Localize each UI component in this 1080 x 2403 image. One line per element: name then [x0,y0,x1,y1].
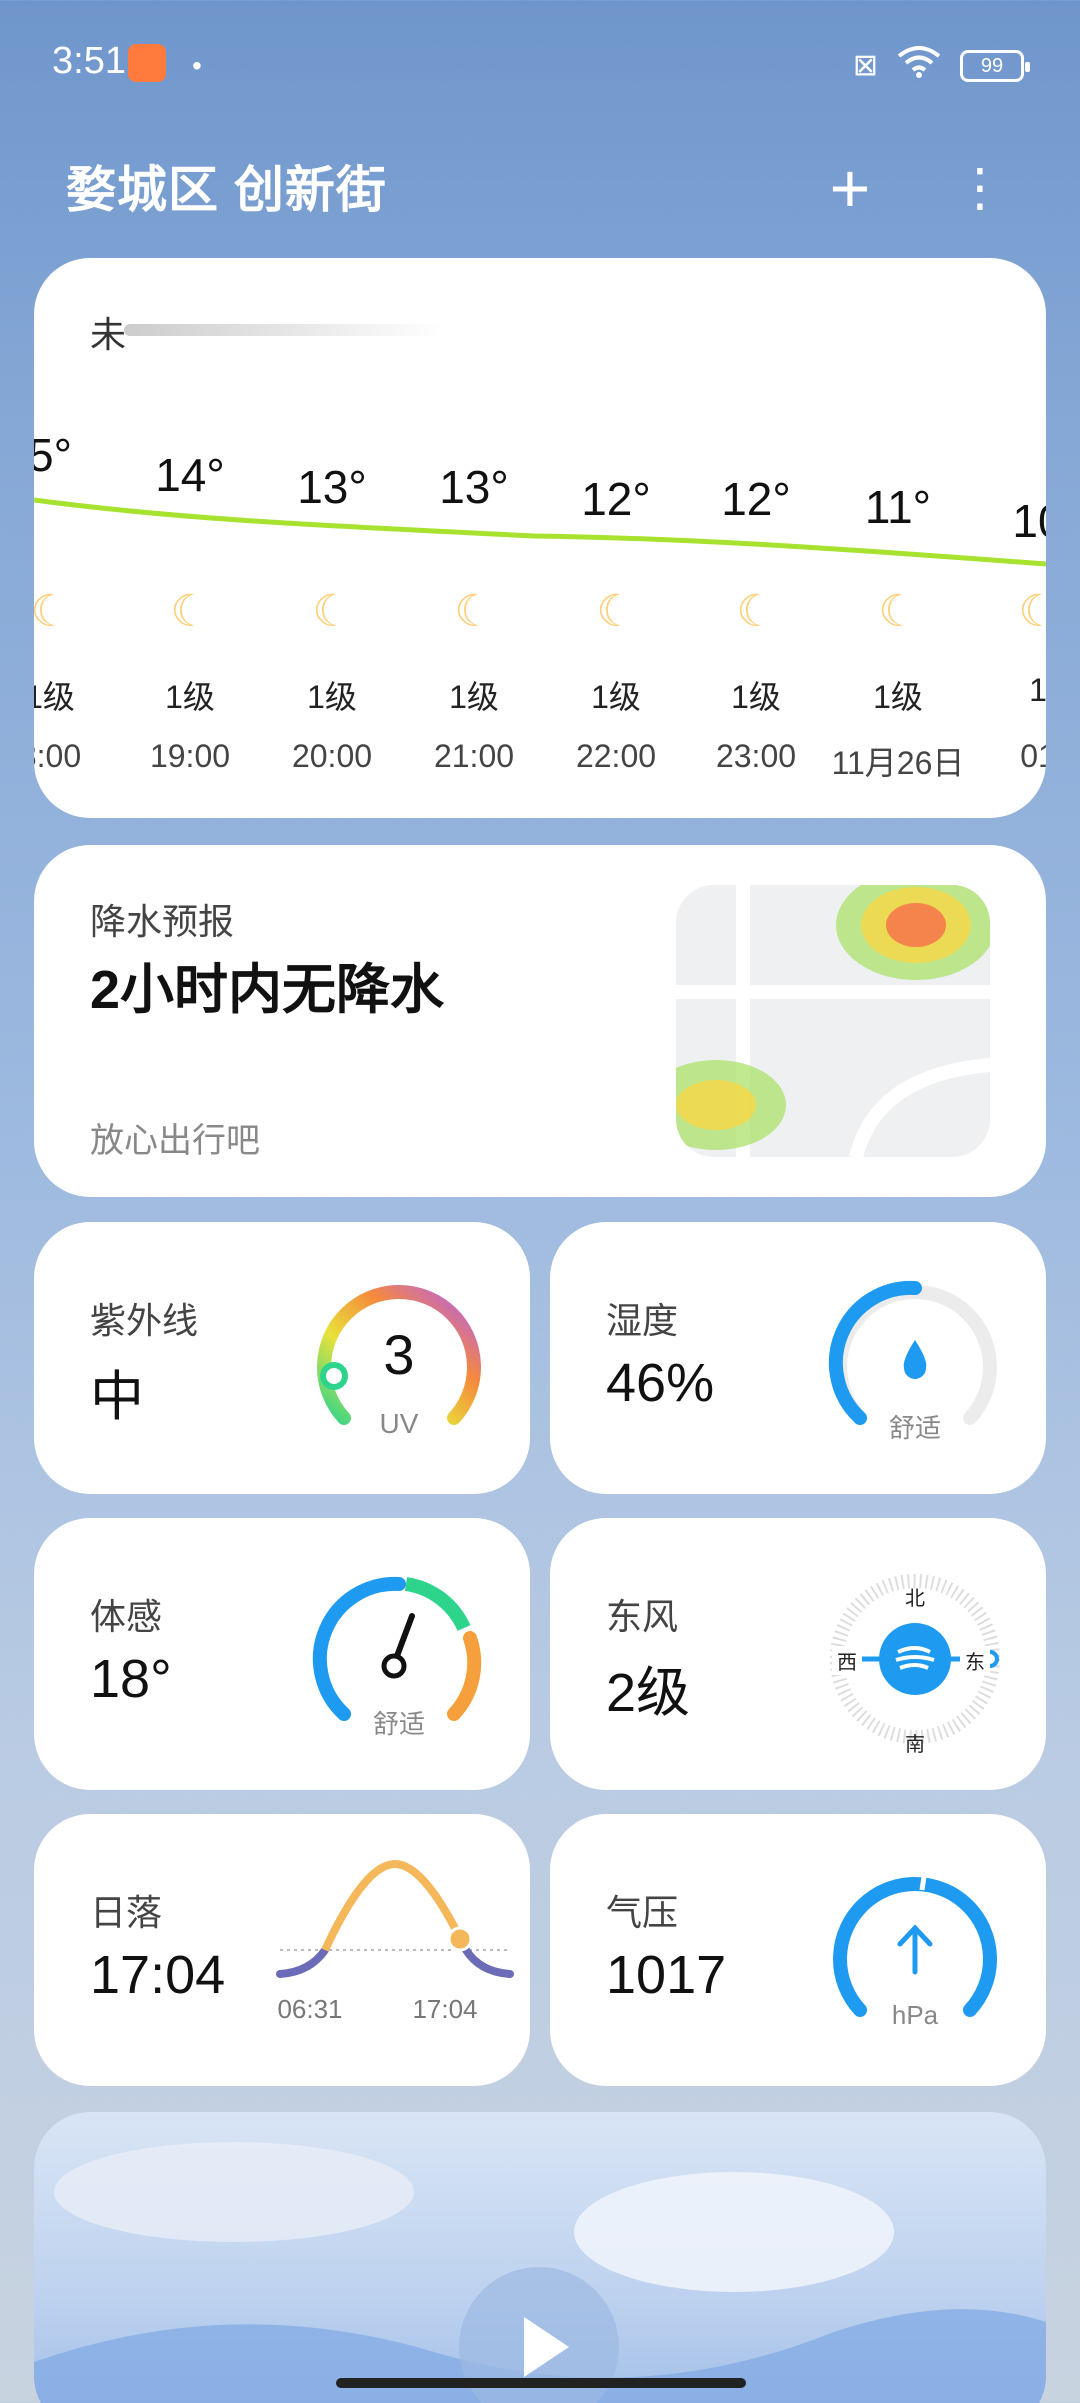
hourly-temp: 12° [581,473,651,525]
hourly-item: 5° ☾ 1级 8:00 [34,258,120,818]
home-indicator[interactable] [336,2378,746,2388]
hourly-temp: 13° [439,461,509,513]
hourly-time: 20:00 [291,738,373,774]
sunset-time: 17:04 [90,1945,226,2005]
precipitation-map[interactable] [676,885,990,1157]
uv-title: 紫外线 [90,1300,199,1341]
hourly-wind: 1 [1029,672,1046,708]
hourly-temp: 12° [721,473,791,525]
sunset-card[interactable]: 日落 17:04 06:31 17:04 [34,1814,530,2086]
hourly-time: 01 [1020,738,1046,774]
status-bar: 3:51 • ⊠ 99 [0,0,1080,130]
app-notification-icon [128,44,166,82]
header: 婺城区 创新街 + ⋮ [0,140,1080,240]
notification-dot: • [192,50,202,81]
hourly-wind: 1级 [34,679,75,715]
humidity-card[interactable]: 湿度 46% 舒适 [550,1222,1046,1494]
hourly-item: 13° ☾ 1级 21:00 [404,258,544,818]
humidity-value: 46% [606,1353,715,1413]
compass-west: 西 [832,1646,862,1675]
wifi-icon [896,44,942,88]
precipitation-tip: 放心出行吧 [90,1122,260,1160]
hourly-time: 22:00 [575,738,657,774]
precipitation-title: 降水预报 [90,901,235,942]
moon-icon: ☾ [1018,587,1046,636]
hourly-wind: 1级 [449,679,499,715]
hourly-wind: 1级 [591,679,641,715]
hourly-time: 19:00 [149,738,231,774]
hourly-item: 11° ☾ 1级 11月26日 [828,258,968,818]
water-drop-icon [903,1340,927,1379]
sunrise-time: 06:31 [277,1994,343,2024]
uv-index: 3 [383,1323,415,1386]
moon-icon: ☾ [170,587,210,636]
uv-card[interactable]: 紫外线 中 3 UV [34,1222,530,1494]
hourly-item: 14° ☾ 1级 19:00 [120,258,260,818]
location-title[interactable]: 婺城区 创新街 [66,150,387,222]
sunset-label-time: 17:04 [412,1994,478,2024]
pressure-card[interactable]: 气压 1017 hPa [550,1814,1046,2086]
hourly-forecast-card[interactable]: 未 5°☾1级8:0014°☾1级19:0013°☾1级20:0013°☾1级2… [34,258,1046,818]
moon-icon: ☾ [454,587,494,636]
battery-level: 99 [980,54,1004,77]
feels-like-title: 体感 [90,1596,163,1637]
compass-east: 东 [960,1646,990,1675]
hourly-temp: 11° [864,481,932,533]
uv-level: 中 [90,1367,144,1427]
hourly-item: 12° ☾ 1级 23:00 [686,258,826,818]
more-vertical-icon: ⋮ [954,159,1006,217]
sun-icon [447,1926,473,1952]
battery-icon: 99 [960,50,1030,82]
hourly-temp: 14° [155,449,225,501]
add-location-button[interactable]: + [810,148,890,228]
compass-south: 南 [905,1734,925,1756]
hourly-time: 8:00 [34,738,82,774]
pressure-value: 1017 [606,1945,727,2005]
wind-card[interactable]: 东风 2级 北 南 西 东 [550,1518,1046,1790]
status-time: 3:51 [52,40,126,82]
hourly-time: 23:00 [715,738,797,774]
hourly-wind: 1级 [165,679,215,715]
hourly-temp: 13° [297,461,367,513]
hourly-temp: 10 [1012,495,1046,547]
moon-icon: ☾ [736,587,776,636]
hourly-wind: 1级 [873,679,923,715]
moon-icon: ☾ [34,587,70,636]
hourly-item: 13° ☾ 1级 20:00 [262,258,402,818]
hourly-wind: 1级 [307,679,357,715]
moon-icon: ☾ [878,587,918,636]
humidity-status: 舒适 [888,1413,941,1443]
hourly-wind: 1级 [731,679,781,715]
pressure-title: 气压 [606,1892,679,1933]
feels-like-status: 舒适 [372,1709,425,1739]
sun-path-chart [276,1859,514,1978]
precipitation-card[interactable]: 降水预报 2小时内无降水 放心出行吧 [34,845,1046,1197]
feels-like-value: 18° [90,1649,172,1709]
moon-icon: ☾ [312,587,352,636]
compass-north: 北 [905,1588,925,1610]
hourly-time: 11月26日 [831,745,965,781]
hourly-item: 12° ☾ 1级 22:00 [546,258,686,818]
precipitation-summary: 2小时内无降水 [90,960,445,1020]
plus-icon: + [829,149,871,227]
more-menu-button[interactable]: ⋮ [940,148,1020,228]
sunset-title: 日落 [90,1892,163,1933]
wind-level: 2级 [606,1663,691,1723]
hourly-item: 10 ☾ 1 01 [968,258,1046,818]
humidity-title: 湿度 [606,1300,679,1341]
uv-unit: UV [379,1408,419,1439]
pressure-unit: hPa [891,2000,939,2030]
weather-video-banner[interactable] [34,2112,1046,2403]
hourly-time: 21:00 [433,738,515,774]
wind-direction-title: 东风 [606,1596,679,1637]
sim-off-icon: ⊠ [852,49,878,82]
feels-like-card[interactable]: 体感 18° 舒适 [34,1518,530,1790]
hourly-temp: 5° [34,429,72,481]
moon-icon: ☾ [596,587,636,636]
